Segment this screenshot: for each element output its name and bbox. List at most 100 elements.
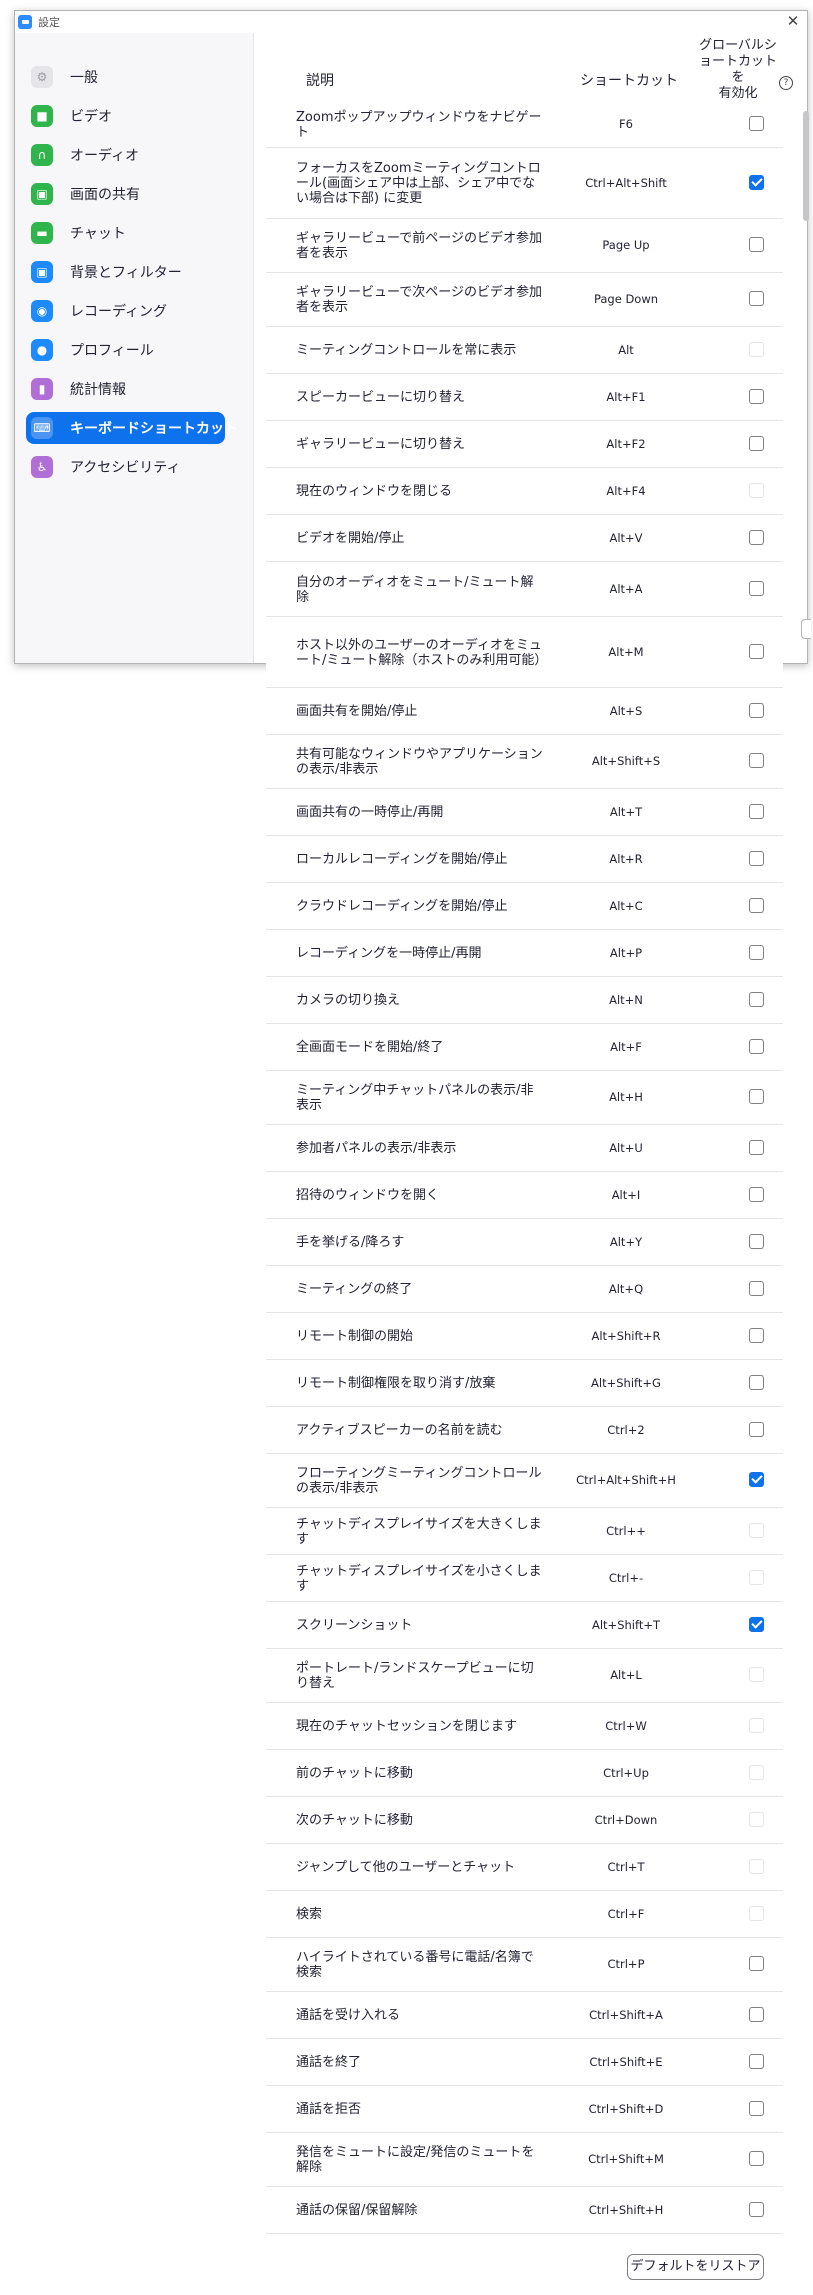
restore-defaults-button[interactable]: デフォルトをリストア xyxy=(627,2254,764,2280)
shortcut-key[interactable]: Ctrl+Shift+E xyxy=(556,2055,696,2069)
shortcut-key[interactable]: Page Up xyxy=(556,238,696,252)
global-shortcut-checkbox[interactable] xyxy=(749,1472,764,1487)
shortcut-key[interactable]: Alt+F xyxy=(556,1040,696,1054)
close-icon[interactable]: ✕ xyxy=(785,13,801,29)
global-shortcut-checkbox[interactable] xyxy=(749,2006,764,2022)
shortcut-key[interactable]: Ctrl++ xyxy=(556,1524,696,1538)
sidebar-item-accessibility[interactable]: ♿ アクセシビリティ xyxy=(26,451,225,483)
global-shortcut-checkbox[interactable] xyxy=(749,388,764,404)
global-shortcut-checkbox[interactable] xyxy=(749,1374,764,1390)
shortcut-key[interactable]: Alt+F4 xyxy=(556,484,696,498)
shortcut-key[interactable]: Alt+H xyxy=(556,1090,696,1104)
global-shortcut-checkbox[interactable] xyxy=(749,1038,764,1054)
sidebar-item-headphones[interactable]: ∩ オーディオ xyxy=(26,139,225,171)
shortcut-key[interactable]: Alt+M xyxy=(556,645,696,659)
global-shortcut-checkbox[interactable] xyxy=(749,1956,764,1971)
shortcut-key[interactable]: Alt+Shift+R xyxy=(556,1329,696,1343)
sidebar-item-chat[interactable]: ▬ チャット xyxy=(26,217,225,249)
shortcut-key[interactable]: Ctrl+Down xyxy=(556,1813,696,1827)
shortcut-key[interactable]: Alt+Shift+G xyxy=(556,1376,696,1390)
shortcut-key[interactable]: Ctrl+Alt+Shift+H xyxy=(556,1473,696,1487)
shortcut-key[interactable]: Alt+Y xyxy=(556,1235,696,1249)
shortcut-key[interactable]: Ctrl+P xyxy=(556,1957,696,1971)
table-row: 検索 Ctrl+F xyxy=(266,1891,783,1938)
global-shortcut-checkbox xyxy=(749,482,764,498)
global-shortcut-checkbox[interactable] xyxy=(749,580,764,596)
shortcut-key[interactable]: Ctrl+Shift+D xyxy=(556,2102,696,2116)
chat-icon: ▬ xyxy=(31,222,53,244)
sidebar-item-video[interactable]: ■ ビデオ xyxy=(26,100,225,132)
global-shortcut-checkbox[interactable] xyxy=(749,944,764,960)
global-shortcut-checkbox[interactable] xyxy=(749,2053,764,2069)
sidebar-item-recording[interactable]: ◉ レコーディング xyxy=(26,295,225,327)
global-shortcut-checkbox[interactable] xyxy=(749,2100,764,2116)
global-shortcut-checkbox[interactable] xyxy=(749,115,764,131)
shortcut-key[interactable]: Alt+L xyxy=(556,1668,696,1682)
global-shortcut-checkbox[interactable] xyxy=(749,702,764,718)
shortcut-key[interactable]: Alt+F1 xyxy=(556,390,696,404)
global-shortcut-checkbox[interactable] xyxy=(749,435,764,451)
shortcut-description: 現在のウィンドウを閉じる xyxy=(296,484,453,499)
global-shortcut-checkbox[interactable] xyxy=(749,1421,764,1437)
shortcut-key[interactable]: F6 xyxy=(556,117,696,131)
global-shortcut-checkbox[interactable] xyxy=(749,529,764,545)
sidebar-item-keyboard[interactable]: ⌨ キーボードショートカット xyxy=(26,412,238,444)
global-shortcut-checkbox[interactable] xyxy=(749,1186,764,1202)
shortcut-description: 全画面モードを開始/終了 xyxy=(296,1040,444,1055)
shortcut-key[interactable]: Alt xyxy=(556,343,696,357)
shortcut-key[interactable]: Ctrl+F xyxy=(556,1907,696,1921)
shortcut-key[interactable]: Alt+S xyxy=(556,704,696,718)
global-shortcut-checkbox[interactable] xyxy=(749,991,764,1007)
shortcut-key[interactable]: Ctrl+- xyxy=(556,1571,696,1585)
sidebar-item-share-screen[interactable]: ▣ 画面の共有 xyxy=(26,178,225,210)
global-shortcut-checkbox[interactable] xyxy=(749,1280,764,1296)
shortcut-key[interactable]: Ctrl+Up xyxy=(556,1766,696,1780)
global-shortcut-checkbox[interactable] xyxy=(749,1139,764,1155)
sidebar-item-gear[interactable]: ⚙ 一般 xyxy=(26,61,225,93)
scrollbar-thumb[interactable] xyxy=(803,111,809,221)
global-header-line2: ョートカットを xyxy=(698,54,777,85)
global-shortcut-checkbox[interactable] xyxy=(749,1089,764,1104)
shortcut-description: クラウドレコーディングを開始/停止 xyxy=(296,899,508,914)
global-shortcut-checkbox[interactable] xyxy=(749,1616,764,1632)
global-shortcut-checkbox[interactable] xyxy=(749,237,764,252)
shortcut-key[interactable]: Alt+Q xyxy=(556,1282,696,1296)
global-shortcut-checkbox[interactable] xyxy=(749,897,764,913)
help-icon[interactable]: ? xyxy=(779,76,793,90)
global-shortcut-checkbox[interactable] xyxy=(749,2201,764,2217)
shortcut-key[interactable]: Ctrl+Shift+M xyxy=(556,2152,696,2166)
shortcut-key[interactable]: Alt+F2 xyxy=(556,437,696,451)
shortcut-key[interactable]: Page Down xyxy=(556,292,696,306)
shortcut-key[interactable]: Ctrl+Shift+H xyxy=(556,2203,696,2217)
global-shortcut-checkbox[interactable] xyxy=(749,850,764,866)
shortcut-key[interactable]: Alt+U xyxy=(556,1141,696,1155)
shortcut-key[interactable]: Alt+P xyxy=(556,946,696,960)
shortcut-key[interactable]: Alt+V xyxy=(556,531,696,545)
global-shortcut-checkbox[interactable] xyxy=(749,1233,764,1249)
shortcut-key[interactable]: Ctrl+T xyxy=(556,1860,696,1874)
global-shortcut-checkbox[interactable] xyxy=(749,753,764,768)
sidebar-item-background[interactable]: ▣ 背景とフィルター xyxy=(26,256,225,288)
shortcut-key[interactable]: Alt+Shift+T xyxy=(556,1618,696,1632)
global-shortcut-checkbox xyxy=(749,1667,764,1682)
global-shortcut-checkbox[interactable] xyxy=(749,803,764,819)
global-shortcut-checkbox[interactable] xyxy=(749,291,764,306)
global-shortcut-checkbox[interactable] xyxy=(749,1327,764,1343)
global-shortcut-checkbox[interactable] xyxy=(749,2151,764,2166)
shortcut-key[interactable]: Alt+C xyxy=(556,899,696,913)
global-shortcut-checkbox[interactable] xyxy=(749,643,764,659)
shortcut-key[interactable]: Ctrl+Alt+Shift xyxy=(556,176,696,190)
shortcut-key[interactable]: Ctrl+2 xyxy=(556,1423,696,1437)
shortcut-key[interactable]: Alt+Shift+S xyxy=(556,754,696,768)
shortcut-key[interactable]: Alt+R xyxy=(556,852,696,866)
panel-edge-control[interactable] xyxy=(801,619,811,639)
shortcut-key[interactable]: Alt+I xyxy=(556,1188,696,1202)
shortcut-key[interactable]: Ctrl+W xyxy=(556,1719,696,1733)
global-shortcut-checkbox[interactable] xyxy=(749,174,764,190)
shortcut-key[interactable]: Alt+N xyxy=(556,993,696,1007)
sidebar-item-statistics[interactable]: ▮ 統計情報 xyxy=(26,373,225,405)
shortcut-key[interactable]: Alt+A xyxy=(556,582,696,596)
shortcut-key[interactable]: Ctrl+Shift+A xyxy=(556,2008,696,2022)
sidebar-item-profile[interactable]: ● プロフィール xyxy=(26,334,225,366)
shortcut-key[interactable]: Alt+T xyxy=(556,805,696,819)
